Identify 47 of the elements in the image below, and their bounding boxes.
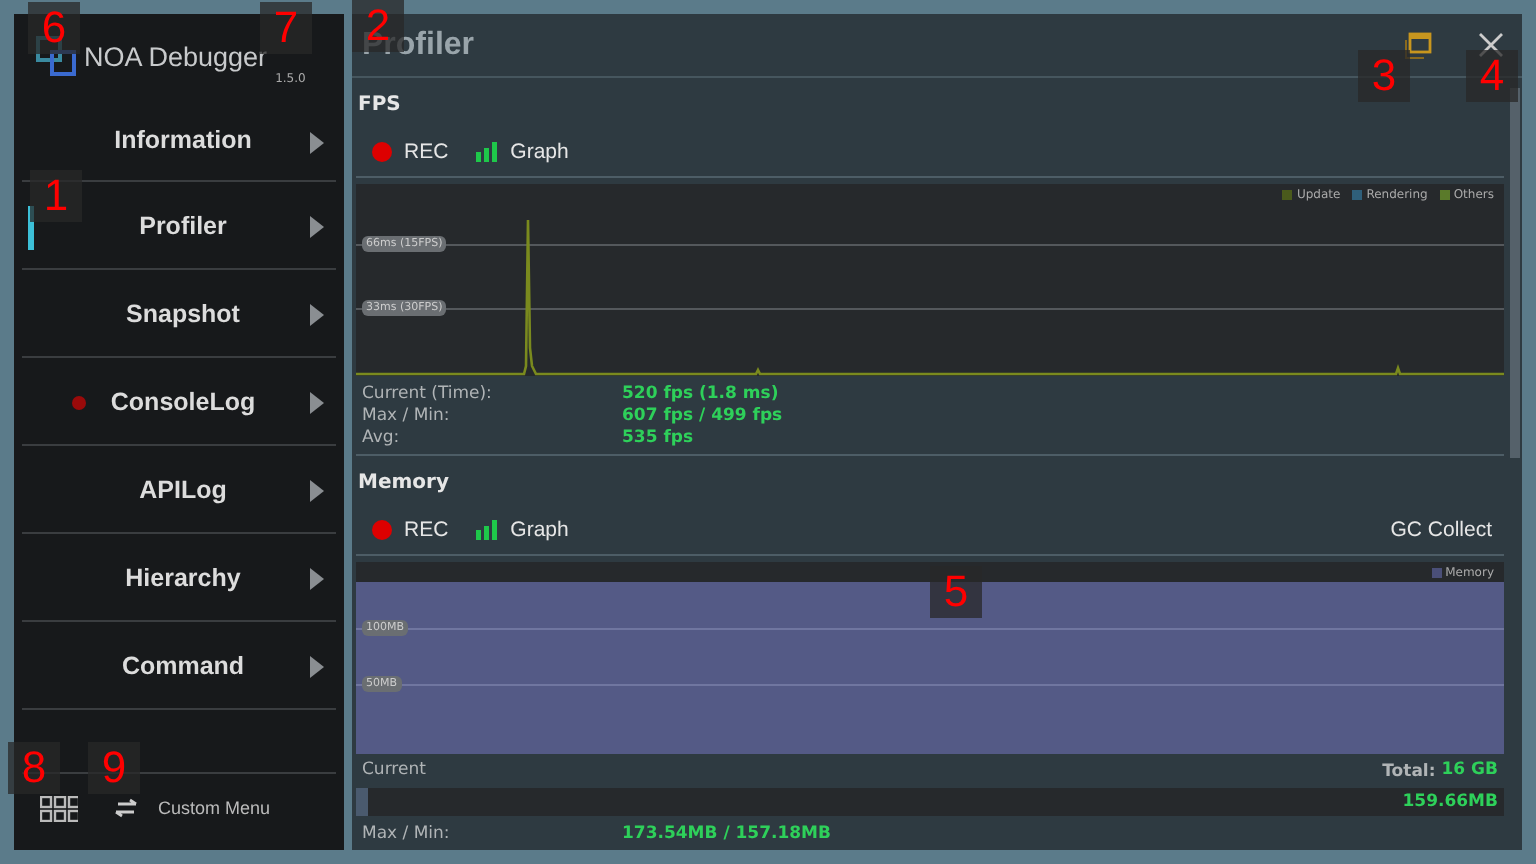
stat-value: 520 fps (1.8 ms) — [622, 384, 781, 406]
swap-icon — [114, 798, 138, 818]
menu-item[interactable]: Snapshot — [22, 270, 336, 358]
chevron-right-icon — [310, 392, 324, 414]
rec-button[interactable]: REC — [372, 518, 449, 542]
bar-chart-icon — [476, 520, 499, 540]
grid-icon[interactable] — [40, 795, 78, 821]
chevron-right-icon — [310, 216, 324, 238]
callout-number: 7 — [260, 2, 312, 54]
chevron-right-icon — [310, 656, 324, 678]
menu-item[interactable]: ConsoleLog — [22, 358, 336, 446]
stat-label: Avg: — [362, 428, 402, 450]
stat-label: Max / Min: — [362, 406, 452, 428]
stat-value: 607 fps / 499 fps — [622, 406, 785, 428]
graph-button[interactable]: Graph — [476, 518, 569, 542]
chevron-right-icon — [310, 480, 324, 502]
chevron-right-icon — [310, 132, 324, 154]
menu-item[interactable]: Command — [22, 622, 336, 710]
callout-number: 8 — [8, 742, 60, 794]
current-label: Current — [362, 760, 426, 782]
window-icon[interactable] — [1404, 31, 1432, 59]
callout-number: 3 — [1358, 50, 1410, 102]
record-dot-icon — [372, 142, 392, 162]
bar-chart-icon — [476, 142, 499, 162]
rec-button[interactable]: REC — [372, 140, 449, 164]
callout-number: 1 — [30, 170, 82, 222]
graph-button[interactable]: Graph — [476, 140, 569, 164]
custom-menu-button[interactable]: Custom Menu — [114, 798, 271, 818]
total-value: 16 GB — [1441, 760, 1498, 782]
menu-item[interactable]: APILog — [22, 446, 336, 534]
section-title: Memory — [356, 470, 451, 498]
scrollbar-thumb[interactable] — [1510, 88, 1520, 458]
stat-value: 535 fps — [622, 428, 696, 450]
record-dot-icon — [372, 520, 392, 540]
callout-number: 9 — [88, 742, 140, 794]
chevron-right-icon — [310, 568, 324, 590]
usage-reading: 159.66MB — [1402, 791, 1498, 813]
stat-label: Current (Time): — [362, 384, 494, 406]
stat-value: 173.54MB / 157.18MB — [622, 824, 833, 846]
chevron-right-icon — [310, 304, 324, 326]
stat-label: Max / Min: — [362, 824, 452, 846]
total-label: Total: — [1382, 761, 1436, 781]
gc-collect-button[interactable]: GC Collect — [1390, 518, 1492, 542]
section-title: FPS — [356, 92, 403, 120]
menu-item[interactable]: Hierarchy — [22, 534, 336, 622]
callout-number: 6 — [28, 2, 80, 54]
callout-number: 4 — [1466, 50, 1518, 102]
